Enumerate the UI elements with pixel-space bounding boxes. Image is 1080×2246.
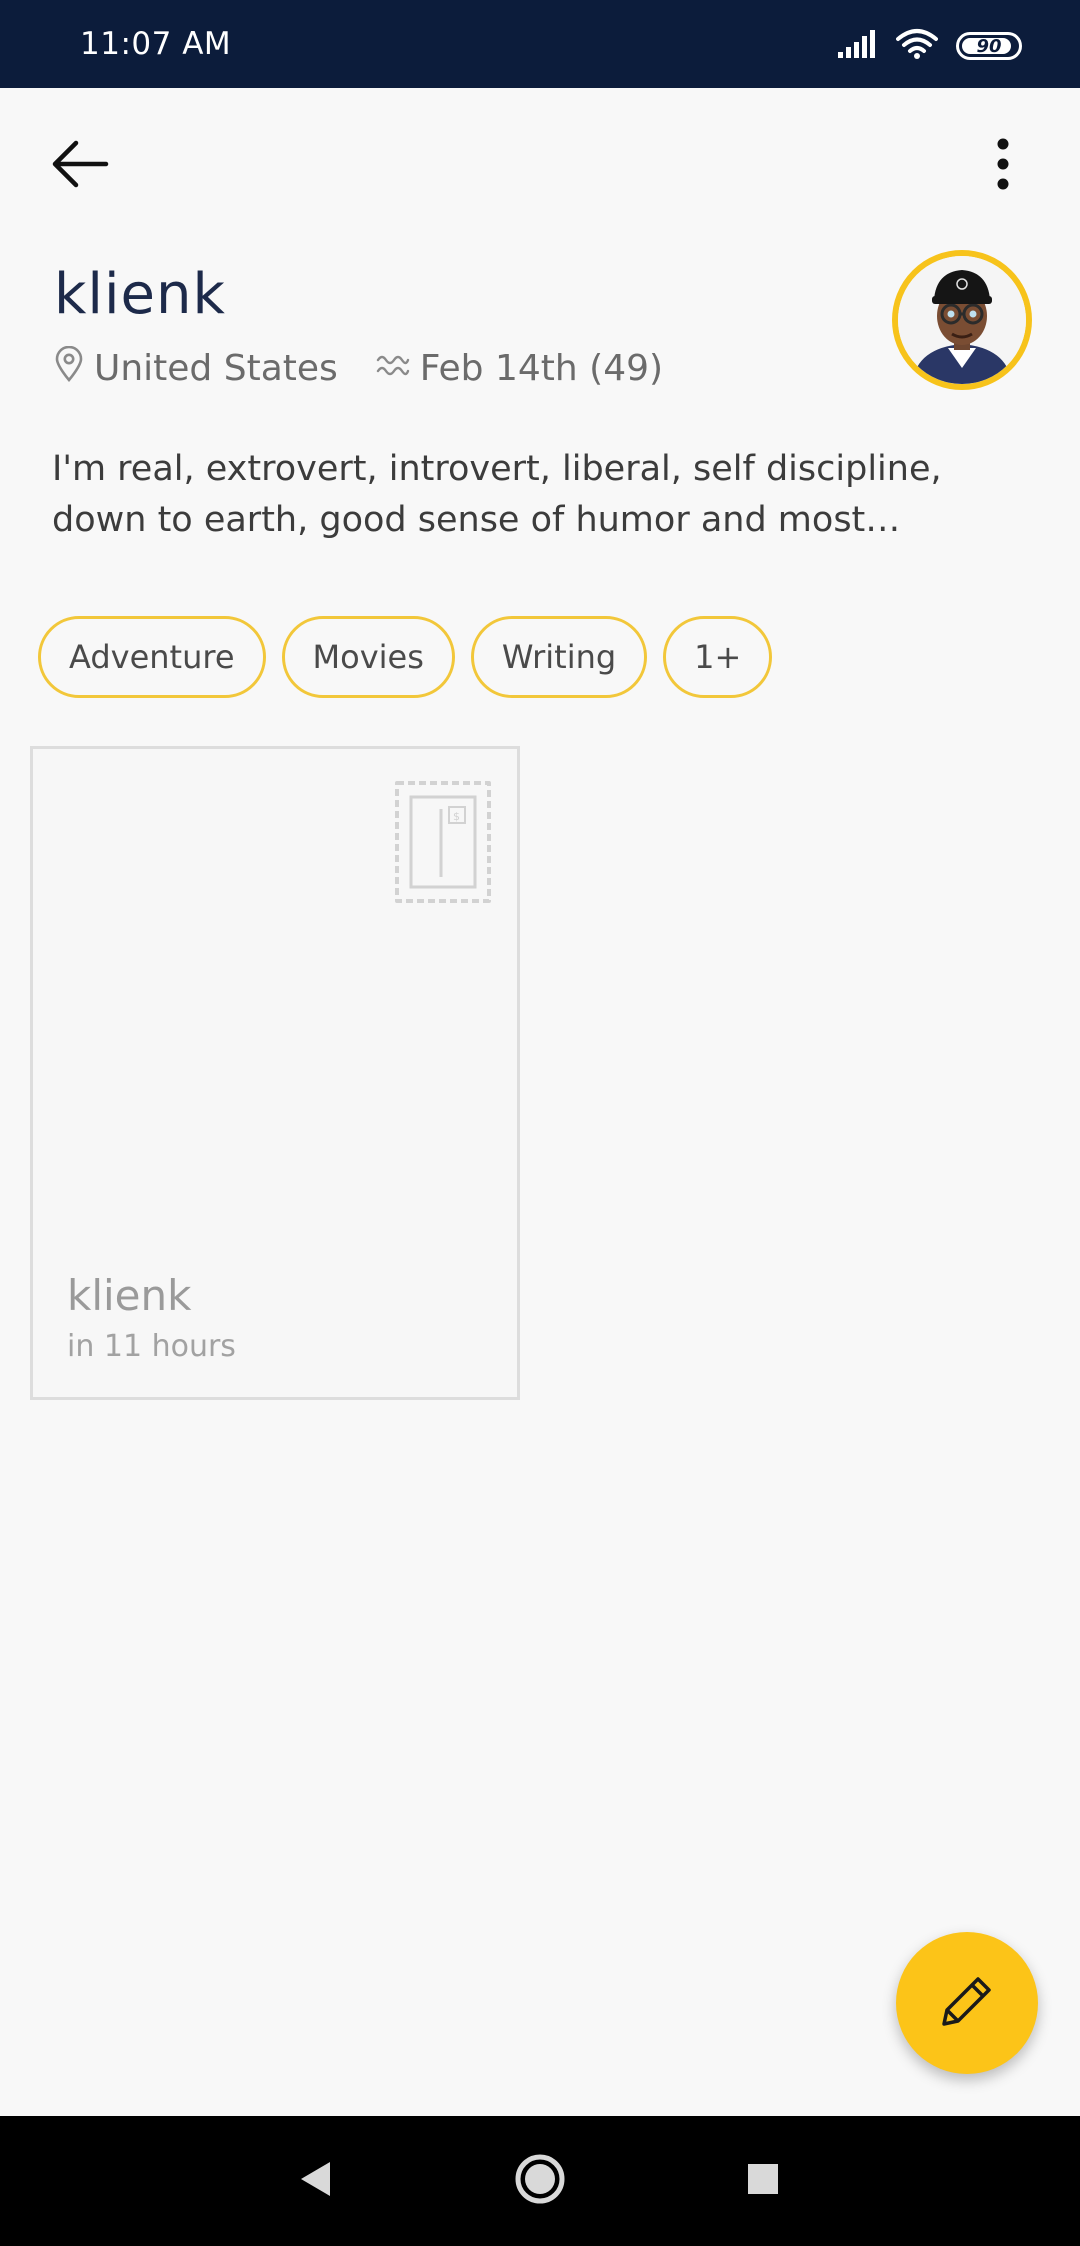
- location-item: United States: [54, 345, 338, 391]
- more-vertical-icon: [996, 138, 1010, 194]
- nav-home-button[interactable]: [495, 2116, 585, 2246]
- map-pin-icon: [54, 345, 84, 391]
- location-text: United States: [94, 348, 338, 389]
- profile-name: klienk: [54, 262, 226, 327]
- recents-square-icon: [747, 2163, 779, 2199]
- avatar[interactable]: [892, 250, 1032, 390]
- status-time: 11:07 AM: [80, 26, 232, 62]
- back-triangle-icon: [298, 2160, 332, 2202]
- stamp-icon: $: [391, 777, 495, 911]
- profile-bio[interactable]: I'm real, extrovert, introvert, liberal,…: [52, 444, 1032, 546]
- interest-tags: Adventure Movies Writing 1+: [38, 616, 773, 698]
- nav-back-button[interactable]: [270, 2116, 360, 2246]
- home-circle-icon: [514, 2153, 566, 2209]
- battery-icon: 90: [956, 32, 1022, 60]
- signal-icon: [838, 30, 878, 62]
- letter-time: in 11 hours: [67, 1329, 236, 1364]
- letter-sender: klienk: [67, 1271, 192, 1320]
- profile-meta: United States Feb 14th (49): [54, 345, 663, 391]
- birthday-item: Feb 14th (49): [376, 348, 663, 389]
- tag-writing[interactable]: Writing: [470, 616, 648, 698]
- nav-recents-button[interactable]: [718, 2116, 808, 2246]
- back-button[interactable]: [40, 130, 120, 202]
- svg-text:$: $: [453, 810, 460, 823]
- tag-movies[interactable]: Movies: [281, 616, 455, 698]
- system-nav-bar: [0, 2116, 1080, 2246]
- wifi-icon: [896, 28, 938, 64]
- aquarius-icon: [376, 348, 410, 389]
- more-options-button[interactable]: [970, 130, 1036, 202]
- status-icons: 90: [838, 28, 1022, 64]
- arrow-left-icon: [50, 138, 110, 194]
- letter-card[interactable]: $ klienk in 11 hours: [30, 746, 520, 1400]
- status-bar: 11:07 AM 90: [0, 0, 1080, 88]
- tag-adventure[interactable]: Adventure: [38, 616, 266, 698]
- pencil-icon: [936, 1970, 998, 2036]
- write-letter-button[interactable]: [896, 1932, 1038, 2074]
- birthday-text: Feb 14th (49): [419, 348, 664, 389]
- battery-percentage: 90: [976, 35, 1002, 57]
- tag-more[interactable]: 1+: [663, 616, 773, 698]
